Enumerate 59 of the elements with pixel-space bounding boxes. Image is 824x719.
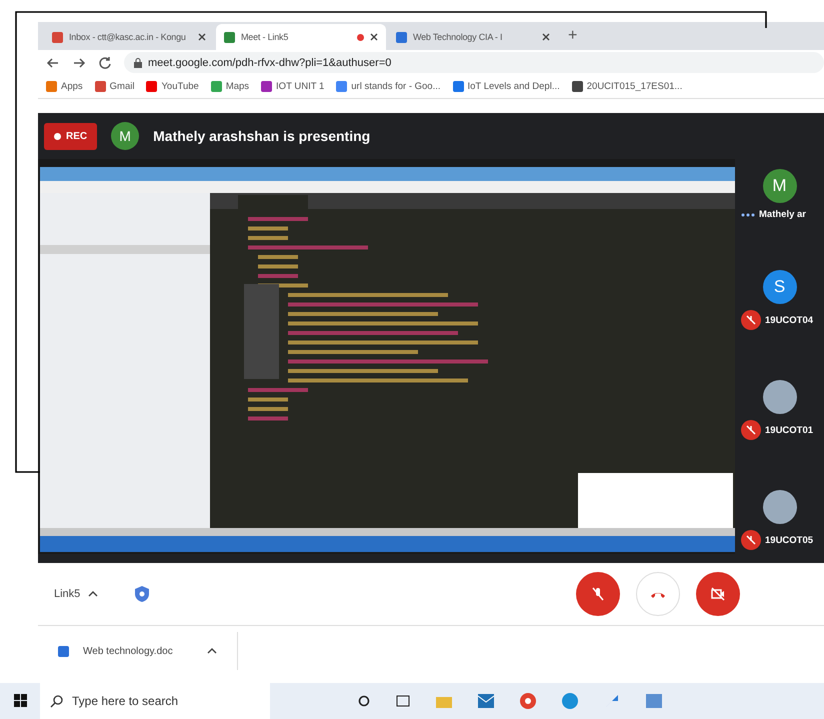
shield-icon[interactable] — [134, 585, 150, 603]
back-icon[interactable] — [46, 56, 60, 70]
tab-favicon-icon — [396, 32, 407, 42]
bookmark-link[interactable]: Gmail — [94, 81, 134, 92]
bookmark-icon — [46, 81, 57, 92]
participant-name: 19UCOT04 — [765, 314, 814, 326]
tab-favicon-icon — [52, 32, 63, 42]
participant-avatar — [762, 380, 796, 414]
reload-icon[interactable] — [98, 56, 112, 70]
bookmark-link[interactable]: IoT Levels and Depl... — [452, 81, 560, 92]
participant-avatar — [762, 490, 796, 524]
task-view-icon[interactable] — [396, 695, 410, 707]
bookmark-icon — [94, 81, 106, 92]
close-icon[interactable] — [370, 33, 378, 41]
forward-icon[interactable] — [72, 56, 86, 70]
presenter-avatar: M — [111, 122, 140, 150]
bookmark-icon — [336, 81, 348, 92]
mic-icon — [590, 586, 606, 602]
cortana-circle-icon[interactable] — [358, 695, 370, 707]
participant-name: Mathely ar — [759, 209, 806, 220]
bookmark-icon — [572, 81, 583, 92]
browser-tab[interactable]: Web Technology CIA - I — [388, 24, 558, 50]
bookmark-link[interactable]: Maps — [210, 81, 250, 92]
bookmark-icon — [210, 81, 222, 92]
windows-start-icon[interactable] — [14, 694, 28, 708]
microphone-button[interactable] — [576, 572, 620, 616]
camera-button[interactable] — [696, 572, 740, 616]
taskbar-search-field[interactable]: Type here to search — [40, 683, 270, 719]
search-icon — [50, 694, 64, 708]
bookmark-link[interactable]: url stands for - Goo... — [336, 81, 440, 92]
document-icon — [58, 646, 69, 656]
participant-avatar: M — [762, 169, 796, 203]
bookmark-link[interactable]: IOT UNIT 1 — [261, 81, 324, 92]
close-icon[interactable] — [198, 33, 206, 41]
browser-tab[interactable]: Inbox - ctt@kasc.ac.in - Kongu — [44, 24, 214, 50]
camera-icon — [710, 586, 726, 602]
bookmark-icon — [261, 81, 272, 92]
bookmark-link[interactable]: Apps — [46, 81, 83, 92]
recording-badge: REC — [44, 122, 98, 150]
browser-tab[interactable]: Meet - Link5 — [216, 24, 386, 50]
caret-icon[interactable] — [88, 589, 98, 599]
new-tab-button[interactable]: + — [560, 27, 586, 45]
bookmark-icon — [452, 81, 464, 92]
recording-dot-icon — [357, 34, 364, 40]
participant-name: 19UCOT05 — [765, 534, 814, 546]
download-item[interactable]: Web technology.doc — [38, 632, 238, 670]
bookmark-icon — [146, 81, 158, 92]
bookmark-link[interactable]: YouTube — [146, 81, 199, 92]
presenting-text: Mathely arashshan is presenting — [153, 128, 370, 144]
tab-favicon-icon — [224, 32, 235, 42]
bookmark-link[interactable]: 20UCIT015_17ES01... — [572, 81, 682, 92]
lock-icon — [134, 58, 142, 68]
mail-icon[interactable] — [478, 694, 494, 708]
participant-name: 19UCOT01 — [765, 424, 814, 436]
close-icon[interactable] — [542, 33, 550, 41]
participant-avatar: S — [762, 270, 796, 304]
address-field[interactable]: meet.google.com/pdh-rfvx-dhw?pli=1&authuser=0 — [124, 52, 824, 73]
caret-icon[interactable] — [206, 646, 217, 656]
meeting-name[interactable]: Link5 — [54, 588, 80, 600]
